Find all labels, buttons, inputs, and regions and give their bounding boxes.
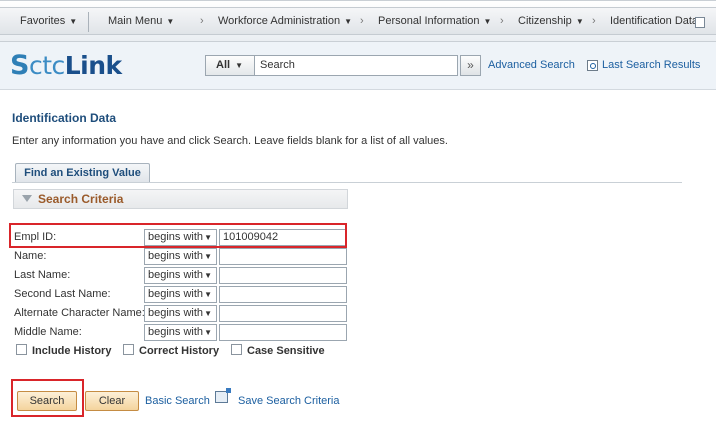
nav-citizenship[interactable]: Citizenship ▼: [518, 8, 584, 36]
field-row-name: Name: begins with ▼: [0, 248, 360, 266]
chevron-down-icon: ▼: [575, 17, 584, 26]
basic-search-link[interactable]: Basic Search: [145, 395, 210, 407]
field-row-second-last-name: Second Last Name: begins with ▼: [0, 286, 360, 304]
chevron-down-icon: ▼: [204, 309, 212, 318]
operator-select[interactable]: begins with ▼: [144, 324, 217, 341]
search-scope-select[interactable]: All ▼: [205, 55, 255, 76]
nav-divider: [88, 12, 89, 32]
operator-select[interactable]: begins with ▼: [144, 305, 217, 322]
second-last-name-input[interactable]: [219, 286, 347, 303]
search-go-button[interactable]: »: [460, 55, 481, 76]
nav-bar: Favorites ▼ Main Menu ▼ › Workforce Admini…: [0, 7, 716, 35]
checkbox-icon[interactable]: [231, 344, 242, 355]
field-row-last-name: Last Name: begins with ▼: [0, 267, 360, 285]
middle-name-input[interactable]: [219, 324, 347, 341]
search-button-highlight: [11, 379, 84, 417]
name-input[interactable]: [219, 248, 347, 265]
header: SctcLink All ▼ Search » Advanced Search L…: [0, 42, 716, 90]
logo-s: S: [10, 50, 29, 81]
last-search-results-icon[interactable]: [587, 60, 598, 71]
operator-value: begins with: [148, 250, 204, 262]
nav-main-menu-label: Main Menu: [108, 15, 163, 27]
field-label: Last Name:: [14, 269, 71, 281]
ctclink-logo: SctcLink: [10, 50, 122, 81]
tab-find-existing-value[interactable]: Find an Existing Value: [15, 163, 150, 183]
page-instructions: Enter any information you have and click…: [12, 135, 448, 147]
advanced-search-link[interactable]: Advanced Search: [488, 59, 575, 71]
tab-divider: [12, 182, 682, 183]
nav-item-label: Workforce Administration: [218, 15, 341, 27]
correct-history-checkbox[interactable]: Correct History: [123, 344, 219, 358]
nav-item-label: Citizenship: [518, 15, 572, 27]
field-label: Alternate Character Name:: [14, 307, 145, 319]
field-label: Name:: [14, 250, 47, 262]
chevron-down-icon: ▼: [483, 17, 492, 26]
search-criteria-title: Search Criteria: [38, 192, 124, 206]
include-history-checkbox[interactable]: Include History: [16, 344, 111, 358]
case-sensitive-checkbox[interactable]: Case Sensitive: [231, 344, 325, 358]
logo-ctc: ctc: [28, 51, 65, 80]
chevron-down-icon: ▼: [204, 290, 212, 299]
checkbox-icon[interactable]: [16, 344, 27, 355]
breadcrumb-separator-icon: ›: [500, 15, 504, 27]
checkbox-icon[interactable]: [123, 344, 134, 355]
chevron-down-icon: ▼: [204, 328, 212, 337]
chevron-down-icon: ▼: [344, 17, 352, 26]
save-search-icon[interactable]: [215, 388, 231, 403]
nav-favorites[interactable]: Favorites ▼: [20, 8, 77, 36]
breadcrumb-separator-icon: ›: [200, 15, 204, 27]
chevron-down-icon: ▼: [69, 17, 78, 26]
top-nav: Favorites ▼ Main Menu ▼ › Workforce Admini…: [0, 0, 716, 42]
collapse-triangle-icon[interactable]: [22, 195, 32, 202]
nav-identification-data[interactable]: Identification Data: [610, 8, 698, 36]
nav-favorites-label: Favorites: [20, 15, 66, 27]
operator-select[interactable]: begins with ▼: [144, 286, 217, 303]
operator-select[interactable]: begins with ▼: [144, 248, 217, 265]
nav-item-label: Identification Data: [610, 15, 699, 27]
chevron-down-icon: ▼: [204, 252, 212, 261]
field-row-alternate-character-name: Alternate Character Name: begins with ▼: [0, 305, 360, 323]
chevron-down-icon: ▼: [166, 17, 175, 26]
operator-select[interactable]: begins with ▼: [144, 267, 217, 284]
page-options-icon[interactable]: [695, 17, 705, 28]
operator-value: begins with: [148, 288, 204, 300]
nav-main-menu[interactable]: Main Menu ▼: [108, 8, 174, 36]
operator-value: begins with: [148, 269, 204, 281]
correct-history-label: Correct History: [139, 345, 220, 357]
operator-value: begins with: [148, 307, 204, 319]
nav-workforce-administration[interactable]: Workforce Administration ▼: [218, 8, 352, 36]
chevron-down-icon: ▼: [235, 61, 243, 70]
last-search-results-link[interactable]: Last Search Results: [602, 59, 700, 71]
clear-button[interactable]: Clear: [85, 391, 139, 411]
page-title: Identification Data: [12, 111, 117, 125]
nav-personal-information[interactable]: Personal Information ▼: [378, 8, 491, 36]
last-name-input[interactable]: [219, 267, 347, 284]
chevron-down-icon: ▼: [204, 271, 212, 280]
global-search-input[interactable]: Search: [254, 55, 458, 76]
breadcrumb-separator-icon: ›: [360, 15, 364, 27]
case-sensitive-label: Case Sensitive: [247, 345, 325, 357]
search-scope-label: All: [216, 59, 231, 71]
field-row-middle-name: Middle Name: begins with ▼: [0, 324, 360, 342]
save-search-criteria-link[interactable]: Save Search Criteria: [238, 395, 340, 407]
operator-value: begins with: [148, 326, 204, 338]
empl-id-highlight: [9, 223, 347, 248]
breadcrumb-separator-icon: ›: [592, 15, 596, 27]
nav-item-label: Personal Information: [378, 15, 480, 27]
field-label: Middle Name:: [14, 326, 82, 338]
alternate-character-name-input[interactable]: [219, 305, 347, 322]
field-label: Second Last Name:: [14, 288, 111, 300]
include-history-label: Include History: [32, 345, 112, 357]
search-criteria-header[interactable]: Search Criteria: [13, 189, 348, 209]
logo-link: Link: [64, 51, 122, 80]
